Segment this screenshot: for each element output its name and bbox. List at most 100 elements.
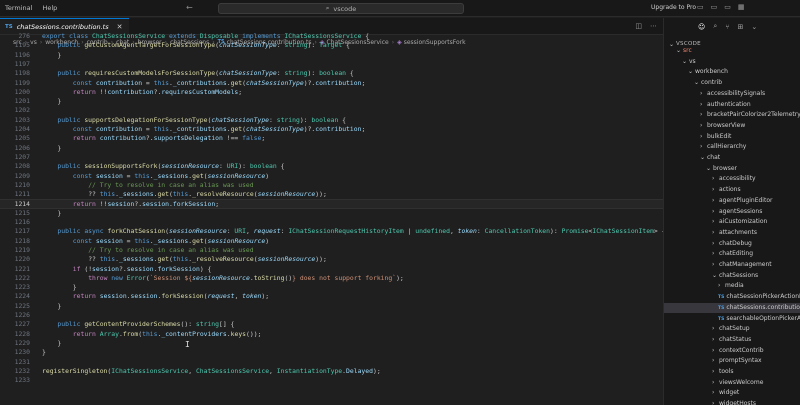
code-line[interactable]: 1230} xyxy=(0,348,663,357)
line-number: 1218 xyxy=(14,236,30,245)
tree-folder-item[interactable]: ⌄ src xyxy=(664,46,800,57)
menu-help[interactable]: Help xyxy=(37,4,62,12)
code-line[interactable]: 1220 ?? this._sessions.get(this._resolveR… xyxy=(0,255,663,264)
tree-folder-item[interactable]: › callHierarchy xyxy=(664,142,800,153)
code-line[interactable]: 1211 ?? this._sessions.get(this._resolveR… xyxy=(0,190,663,199)
source-control-icon[interactable]: ⑂ xyxy=(725,23,729,31)
code-editor[interactable]: I 276 export class ChatSessionsService ex… xyxy=(0,32,666,387)
code-line[interactable]: 1210 // Try to resolve in case an alias w… xyxy=(0,181,663,190)
code-line[interactable]: 1209 const session = this._sessions.get(s… xyxy=(0,172,663,181)
tree-folder-item[interactable]: › chatDebug xyxy=(664,239,800,250)
code-text: public getCustomAgentTargetForSessionTyp… xyxy=(57,41,349,50)
code-line[interactable]: 1197 xyxy=(0,60,663,69)
code-line[interactable]: 1229} xyxy=(0,339,663,348)
code-line[interactable]: 1215} xyxy=(0,209,663,218)
command-center-search[interactable]: ⌕ vscode xyxy=(218,3,464,14)
tree-file-item[interactable]: TSchatSessionPickerActionItem.ts xyxy=(664,292,800,303)
code-line[interactable]: 1201} xyxy=(0,97,663,106)
toggle-sidebar-icon[interactable]: ▭ xyxy=(697,3,704,11)
more-actions-icon[interactable]: ⋯ xyxy=(650,22,657,30)
tree-folder-item[interactable]: › attachments xyxy=(664,228,800,239)
line-number: 1200 xyxy=(14,87,30,96)
tree-folder-item[interactable]: ⌄ browser xyxy=(664,164,800,175)
code-token: undefined xyxy=(415,227,450,236)
code-line[interactable]: 1219 // Try to resolve in case an alias w… xyxy=(0,246,663,255)
code-line[interactable]: 1207 xyxy=(0,153,663,162)
code-line[interactable]: 1222 throw new Error(`Session ${sessionRe… xyxy=(0,274,663,283)
code-line[interactable]: 1218 const session = this._sessions.get(s… xyxy=(0,237,663,246)
code-line[interactable]: 1231 xyxy=(0,358,663,367)
code-line[interactable]: 1195 public getCustomAgentTargetForSessio… xyxy=(0,41,663,50)
tree-folder-item[interactable]: ⌄ chatSessions xyxy=(664,271,800,282)
tree-folder-item[interactable]: › chatEditing xyxy=(664,249,800,260)
customize-layout-icon[interactable]: ▦ xyxy=(738,3,745,11)
tree-folder-item[interactable]: › aiCustomization xyxy=(664,217,800,228)
code-line[interactable]: 1233 xyxy=(0,376,663,385)
tree-folder-item[interactable]: › viewsWelcome xyxy=(664,378,800,389)
code-line[interactable]: 1226 xyxy=(0,311,663,320)
toggle-panel-icon[interactable]: ▭ xyxy=(711,3,718,11)
code-line[interactable]: 1204 const contribution = this._contribut… xyxy=(0,125,663,134)
code-line[interactable]: 1205 return contribution?.supportsDelegat… xyxy=(0,134,663,143)
tree-folder-item[interactable]: › bracketPairColorizer2Telemetry xyxy=(664,110,800,121)
tree-folder-item[interactable]: › accessibility xyxy=(664,174,800,185)
line-number: 1224 xyxy=(14,292,30,301)
chevron-down-icon[interactable]: ⌄ xyxy=(751,23,757,31)
code-line[interactable]: 1224 return session.session.forkSession(r… xyxy=(0,292,663,301)
back-arrow-icon[interactable]: ← xyxy=(186,3,193,12)
code-line[interactable]: 1203 public supportsDelegationForSessionT… xyxy=(0,116,663,125)
tree-folder-item[interactable]: ⌄ contrib xyxy=(664,78,800,89)
code-line[interactable]: 1200 return !!contribution?.requiresCusto… xyxy=(0,88,663,97)
search-icon[interactable]: ⌕ xyxy=(713,22,717,31)
code-line[interactable]: 1227 public getContentProviderSchemes(): … xyxy=(0,320,663,329)
code-token: ): xyxy=(307,41,320,50)
tree-folder-item[interactable]: › widget xyxy=(664,388,800,399)
upgrade-button[interactable]: Upgrade to Pro xyxy=(651,4,696,11)
code-line[interactable]: 1217 public async forkChatSession(session… xyxy=(0,227,666,236)
tree-folder-item[interactable]: › agentSessions xyxy=(664,207,800,218)
code-line[interactable]: 1196} xyxy=(0,51,663,60)
tree-folder-item[interactable]: › promptSyntax xyxy=(664,356,800,367)
split-editor-icon[interactable]: ◫ xyxy=(635,22,642,30)
tree-file-item[interactable]: TSchatSessions.contribution.ts xyxy=(664,302,800,314)
close-icon[interactable]: ✕ xyxy=(117,23,123,31)
tree-folder-item[interactable]: › authentication xyxy=(664,100,800,111)
code-line[interactable]: 276 export class ChatSessionsService exte… xyxy=(0,32,663,41)
extensions-icon[interactable]: ⊞ xyxy=(737,23,743,31)
tree-folder-item[interactable]: › chatStatus xyxy=(664,335,800,346)
tree-folder-item[interactable]: › chatManagement xyxy=(664,260,800,271)
tree-folder-item[interactable]: › bulkEdit xyxy=(664,132,800,143)
tree-folder-item[interactable]: ⌄ vs xyxy=(664,57,800,68)
code-line[interactable]: 1214 return !!session?.session.forkSessio… xyxy=(0,199,663,209)
code-token: return xyxy=(72,134,100,143)
code-line[interactable]: 1208 public sessionSupportsFork(sessionRe… xyxy=(0,162,663,171)
tree-folder-item[interactable]: › media xyxy=(664,281,800,292)
code-line[interactable]: 1202 xyxy=(0,106,663,115)
typescript-file-icon: TS xyxy=(718,305,725,311)
code-line[interactable]: 1228 return Array.from(this._contentProvi… xyxy=(0,330,663,339)
tree-folder-item[interactable]: ⌄ chat xyxy=(664,153,800,164)
menu-terminal[interactable]: Terminal xyxy=(0,4,37,12)
code-line[interactable]: 1206} xyxy=(0,144,663,153)
code-line[interactable]: 1232 registerSingleton(IChatSessionsServi… xyxy=(0,367,663,376)
tree-folder-item[interactable]: › browserView xyxy=(664,121,800,132)
code-line[interactable]: 1225} xyxy=(0,302,663,311)
tree-folder-item[interactable]: › chatSetup xyxy=(664,324,800,335)
tree-folder-item[interactable]: › widgetHosts xyxy=(664,399,800,405)
code-token: ; xyxy=(261,134,266,143)
tree-folder-item[interactable]: › actions xyxy=(664,185,800,196)
code-line[interactable]: 1199 const contribution = this._contribut… xyxy=(0,79,663,88)
tree-folder-item[interactable]: › accessibilitySignals xyxy=(664,89,800,100)
line-number: 1227 xyxy=(14,320,30,329)
code-line[interactable]: 1221 if (!session?.session.forkSession) { xyxy=(0,265,663,274)
toggle-secondary-sidebar-icon[interactable]: ▭ xyxy=(724,3,731,11)
tree-folder-item[interactable]: › tools xyxy=(664,367,800,378)
tree-folder-item[interactable]: › agentPluginEditor xyxy=(664,196,800,207)
code-line[interactable]: 1223} xyxy=(0,283,663,292)
tree-folder-item[interactable]: ⌄ workbench xyxy=(664,67,800,78)
copilot-icon[interactable]: ☺ xyxy=(698,23,705,31)
tree-folder-item[interactable]: › contextContrib xyxy=(664,346,800,357)
code-line[interactable]: 1216 xyxy=(0,218,663,227)
code-line[interactable]: 1198 public requiresCustomModelsForSessio… xyxy=(0,69,663,78)
tree-file-item[interactable]: TSsearchableOptionPickerActionI... xyxy=(664,314,800,325)
